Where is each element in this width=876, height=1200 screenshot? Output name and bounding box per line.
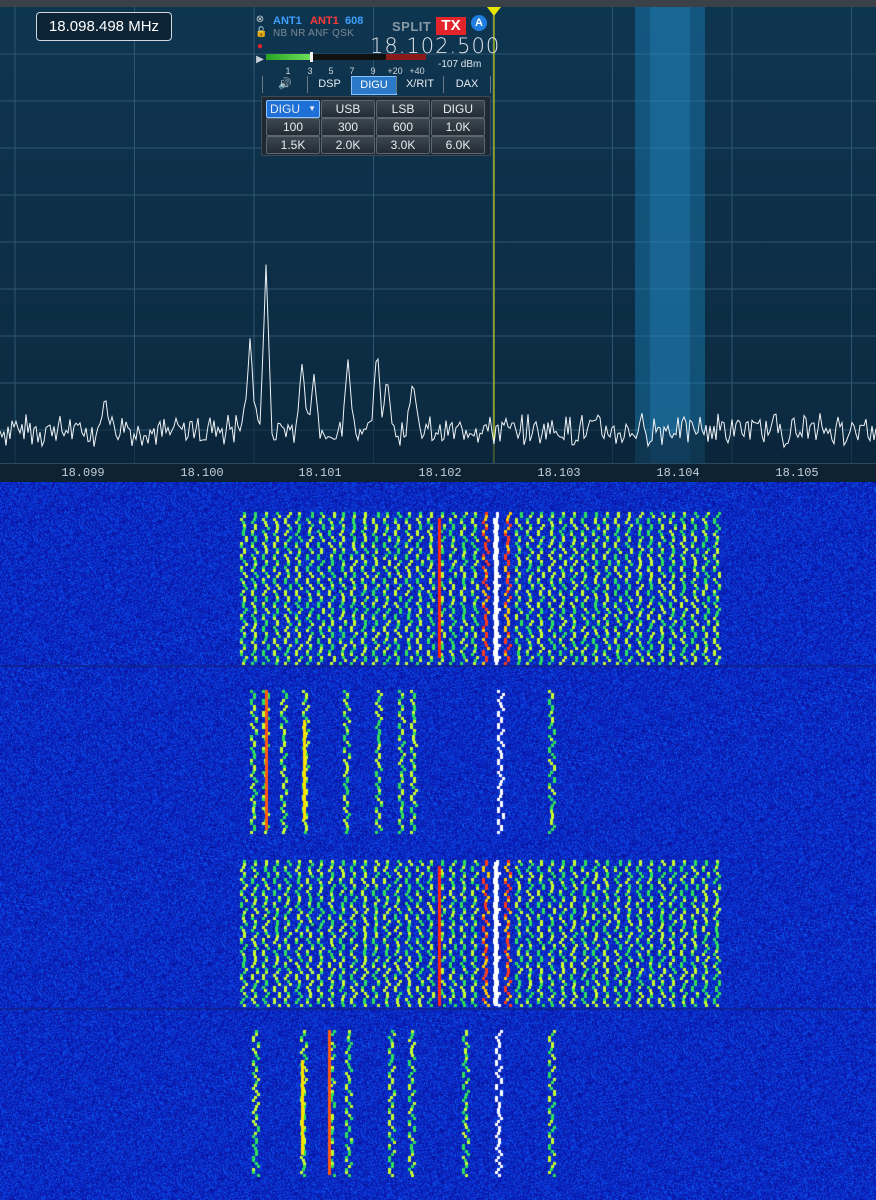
spectrum-trace [0, 264, 876, 449]
tuned-frequency-box[interactable]: 18.098.498 MHz [36, 12, 172, 41]
filter-3k-button[interactable]: 3.0K [376, 136, 430, 154]
slice-options: NB NR ANF QSK [273, 28, 355, 39]
s-scale-label: 1 [285, 66, 291, 76]
play-icon[interactable]: ▶ [255, 55, 265, 65]
signal-level: -107 dBm [438, 59, 482, 70]
slice-letter-badge[interactable]: A [471, 15, 487, 31]
filter-1-5k-button[interactable]: 1.5K [266, 136, 320, 154]
s-meter-scale: 1 3 5 7 9 +20 +40 [266, 66, 436, 76]
rx-antenna[interactable]: ANT1 [273, 15, 302, 27]
s-scale-label: 9 [370, 66, 376, 76]
filter-2k-button[interactable]: 2.0K [321, 136, 375, 154]
mode-panel: DIGU ▼ USB LSB DIGU 100 300 600 1.0K 1.5… [261, 96, 491, 156]
axis-tick-label: 18.105 [775, 466, 819, 480]
filter-6k-button[interactable]: 6.0K [431, 136, 485, 154]
close-icon[interactable]: ⊗ [255, 15, 265, 25]
mode-dropdown[interactable]: DIGU ▼ [266, 100, 320, 118]
tab-audio[interactable]: 🔊 [262, 76, 307, 93]
s-scale-label: +20 [387, 66, 403, 76]
axis-tick-label: 18.104 [656, 466, 700, 480]
axis-tick-label: 18.099 [61, 466, 105, 480]
s-scale-label: 7 [349, 66, 355, 76]
tx-antenna[interactable]: ANT1 [310, 15, 339, 27]
tab-dsp[interactable]: DSP [307, 76, 351, 93]
tx-badge[interactable]: TX [436, 17, 466, 35]
speaker-icon: 🔊 [278, 78, 292, 90]
s-meter-fill [266, 54, 311, 60]
mode-usb-button[interactable]: USB [321, 100, 375, 118]
axis-tick-label: 18.103 [537, 466, 581, 480]
tab-xrit[interactable]: X/RIT [396, 76, 443, 93]
mode-digu-button[interactable]: DIGU [431, 100, 485, 118]
filter-width: 608 [345, 15, 364, 27]
tab-digu[interactable]: DIGU [351, 76, 397, 95]
band-highlight-core [650, 7, 690, 463]
waterfall-canvas [0, 482, 876, 1200]
s-meter [266, 52, 426, 62]
s-scale-label: 5 [328, 66, 334, 76]
s-meter-over [386, 54, 426, 60]
chevron-down-icon: ▼ [308, 104, 316, 113]
frequency-axis[interactable]: 18.099 18.100 18.101 18.102 18.103 18.10… [0, 463, 876, 483]
record-icon[interactable]: ● [255, 42, 265, 52]
axis-tick-label: 18.102 [418, 466, 462, 480]
panadapter[interactable]: 18.098.498 MHz ⊗ 🔓 ● ▶ ANT1 ANT1 608 SPL… [0, 7, 876, 463]
split-label[interactable]: SPLIT [392, 19, 431, 34]
top-bar [0, 0, 876, 7]
s-scale-label: 3 [307, 66, 313, 76]
mode-lsb-button[interactable]: LSB [376, 100, 430, 118]
s-scale-label: +40 [409, 66, 425, 76]
filter-600-button[interactable]: 600 [376, 118, 430, 136]
mode-dropdown-value: DIGU [270, 102, 300, 116]
filter-100-button[interactable]: 100 [266, 118, 320, 136]
filter-1k-button[interactable]: 1.0K [431, 118, 485, 136]
axis-tick-label: 18.100 [180, 466, 224, 480]
slice-flag[interactable]: ⊗ 🔓 ● ▶ ANT1 ANT1 608 SPLIT TX A NB NR A… [252, 14, 499, 156]
lock-icon[interactable]: 🔓 [255, 28, 267, 38]
s-meter-peak [310, 52, 313, 62]
filter-300-button[interactable]: 300 [321, 118, 375, 136]
tab-dax[interactable]: DAX [443, 76, 491, 93]
waterfall[interactable] [0, 482, 876, 1200]
slice-tabs: 🔊 DSP DIGU X/RIT DAX [262, 76, 491, 95]
axis-tick-label: 18.101 [298, 466, 342, 480]
